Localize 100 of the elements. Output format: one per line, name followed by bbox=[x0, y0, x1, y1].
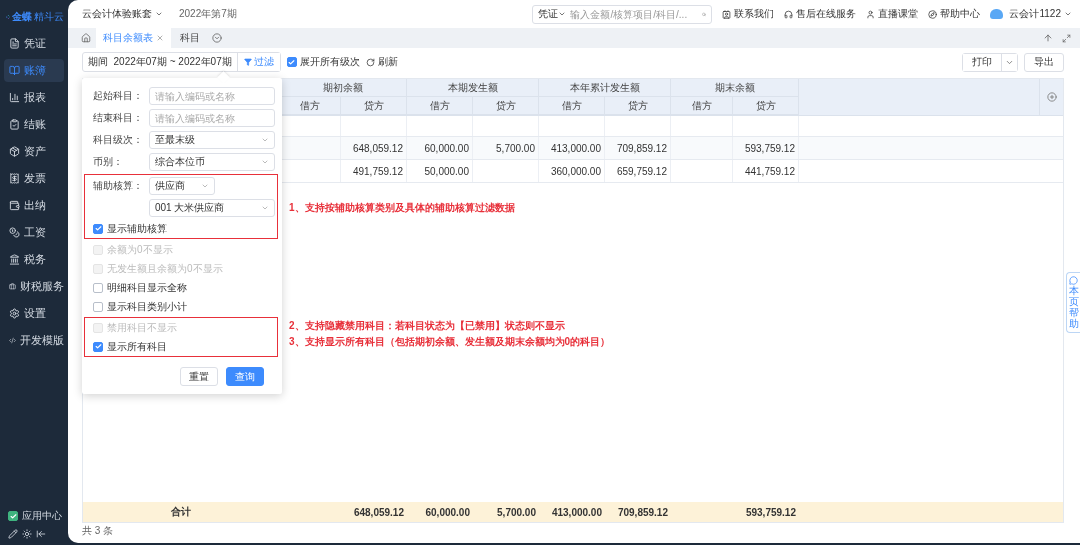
menu-icon bbox=[9, 200, 20, 211]
field-label: 科目级次： bbox=[93, 133, 144, 147]
header-link[interactable]: 售后在线服务 bbox=[784, 7, 857, 21]
reset-button[interactable]: 重置 bbox=[180, 367, 218, 386]
sidebar-item[interactable]: 工资 bbox=[4, 221, 64, 244]
total-cell-text: 5,700.00 bbox=[496, 505, 537, 520]
checkbox[interactable] bbox=[93, 223, 103, 234]
checkbox[interactable] bbox=[93, 341, 103, 352]
column-header: 借方 bbox=[539, 97, 605, 115]
checkbox-label: 显示所有科目 bbox=[107, 339, 167, 354]
menu-icon bbox=[9, 281, 16, 292]
total-cell-text: 413,000.00 bbox=[550, 505, 603, 520]
search-icon[interactable] bbox=[702, 9, 707, 19]
export-button[interactable]: 导出 bbox=[1024, 52, 1064, 72]
sidebar-item[interactable]: 财税服务 bbox=[4, 275, 64, 298]
menu-icon bbox=[9, 92, 20, 103]
menu-icon bbox=[9, 65, 20, 76]
column-header: 借方 bbox=[407, 97, 473, 115]
header-link[interactable]: 帮助中心 bbox=[928, 7, 981, 21]
contact-card-icon bbox=[722, 9, 732, 19]
filter-icon bbox=[243, 58, 252, 66]
sidebar-item[interactable]: 设置 bbox=[4, 302, 64, 325]
dropdown[interactable]: 供应商 bbox=[149, 177, 215, 195]
column-group-header: 期末余额 bbox=[671, 79, 799, 97]
column-group-header: 本年累计发生额 bbox=[539, 79, 671, 97]
checkbox[interactable] bbox=[286, 57, 297, 67]
checkbox[interactable] bbox=[93, 301, 103, 312]
headset-icon bbox=[784, 9, 794, 19]
dropdown[interactable]: 综合本位币 bbox=[149, 153, 275, 171]
menu-icon bbox=[9, 146, 20, 157]
field-label: 结束科目： bbox=[93, 111, 144, 125]
chevron-down-icon bbox=[201, 182, 209, 190]
chat-bubble-icon bbox=[1069, 276, 1078, 285]
period-label: 2022年第7期 bbox=[179, 7, 237, 21]
checkbox[interactable] bbox=[93, 282, 103, 293]
filter-button[interactable]: 过滤 bbox=[236, 53, 280, 71]
column-header: 贷方 bbox=[473, 97, 539, 115]
period-field[interactable]: 期间 2022年07期 ~ 2022年07期 过滤 bbox=[82, 52, 281, 72]
annotation-text: 1、支持按辅助核算类别及具体的辅助核算过滤数据 bbox=[289, 201, 516, 215]
total-label: 合计 bbox=[170, 505, 192, 519]
field-label: 币别： bbox=[93, 155, 124, 169]
sun-icon[interactable] bbox=[22, 529, 32, 539]
refresh-button[interactable]: 刷新 bbox=[365, 55, 398, 69]
help-tab[interactable]: 本页帮助 bbox=[1066, 272, 1080, 333]
sidebar-item[interactable]: 发票 bbox=[4, 167, 64, 190]
chevron-down-icon bbox=[261, 158, 269, 166]
total-cell-text: 593,759.12 bbox=[744, 505, 797, 520]
caret-icon[interactable] bbox=[1001, 53, 1017, 71]
input-field[interactable]: 请输入编码或名称 bbox=[149, 87, 275, 105]
chevron-down-icon bbox=[261, 136, 269, 144]
record-count: 共 3 条 bbox=[82, 524, 115, 538]
column-group-header: 本期发生额 bbox=[407, 79, 539, 97]
menu-icon bbox=[9, 227, 20, 238]
checkbox[interactable] bbox=[8, 511, 18, 521]
total-cell-text: 648,059.12 bbox=[352, 505, 405, 520]
sidebar-item[interactable]: 结账 bbox=[4, 113, 64, 136]
header-link[interactable]: 联系我们 bbox=[722, 7, 775, 21]
sidebar-item[interactable]: 凭证 bbox=[4, 32, 64, 55]
column-header: 贷方 bbox=[605, 97, 671, 115]
chevron-down-icon bbox=[261, 204, 269, 212]
menu-icon bbox=[9, 335, 16, 346]
logo-subtitle: 精斗云 bbox=[34, 10, 64, 24]
table-cell: 50,000.00 bbox=[407, 160, 473, 182]
menu-icon bbox=[9, 254, 20, 265]
account-selector[interactable]: 云会计体验账套 bbox=[82, 7, 163, 21]
dropdown[interactable]: 001 大米供应商 bbox=[149, 199, 275, 217]
menu-icon bbox=[9, 308, 20, 319]
close-icon[interactable] bbox=[156, 34, 164, 42]
input-field[interactable]: 请输入编码或名称 bbox=[149, 109, 275, 127]
sidebar-item[interactable]: 资产 bbox=[4, 140, 64, 163]
sidebar-item[interactable]: 账簿 bbox=[4, 59, 64, 82]
app-center-label: 应用中心 bbox=[22, 509, 62, 523]
menu-icon bbox=[9, 119, 20, 130]
pencil-icon[interactable] bbox=[8, 529, 18, 539]
checkbox-label: 展开所有级次 bbox=[299, 55, 360, 69]
table-cell: 360,000.00 bbox=[539, 160, 605, 182]
total-cell-text: 60,000.00 bbox=[424, 505, 471, 520]
annotation-text: 3、支持显示所有科目（包括期初余额、发生额及期末余额均为0的科目） bbox=[289, 335, 612, 349]
column-header: 贷方 bbox=[733, 97, 799, 115]
search-field[interactable]: 凭证 输入金额/核算项目/科目/... bbox=[532, 4, 713, 24]
tab[interactable]: 科目 bbox=[173, 28, 207, 48]
dropdown[interactable]: 至最末级 bbox=[149, 131, 275, 149]
header-link[interactable]: 直播课堂 bbox=[866, 7, 919, 21]
chevron-down-icon bbox=[155, 10, 163, 18]
user-menu[interactable]: 云会计1122 bbox=[1009, 7, 1072, 21]
tab[interactable]: 科目余额表 bbox=[96, 28, 171, 48]
table-cell: 413,000.00 bbox=[539, 137, 605, 159]
table-cell: 5,700.00 bbox=[473, 137, 539, 159]
collapse-icon[interactable] bbox=[36, 529, 46, 539]
sidebar-item[interactable]: 报表 bbox=[4, 86, 64, 109]
sidebar-item[interactable]: 税务 bbox=[4, 248, 64, 271]
field-label: 起始科目： bbox=[93, 89, 144, 103]
refresh-icon bbox=[365, 57, 375, 67]
logo-text: 金蝶 bbox=[12, 10, 32, 24]
avatar-icon[interactable] bbox=[990, 9, 1004, 19]
sidebar-item[interactable]: 出纳 bbox=[4, 194, 64, 217]
menu-icon bbox=[9, 173, 20, 184]
sidebar-item[interactable]: 开发模版 bbox=[4, 329, 64, 352]
table-cell: 441,759.12 bbox=[733, 160, 799, 182]
annotation-text: 2、支持隐藏禁用科目：若科目状态为【已禁用】状态则不显示 bbox=[289, 319, 566, 333]
